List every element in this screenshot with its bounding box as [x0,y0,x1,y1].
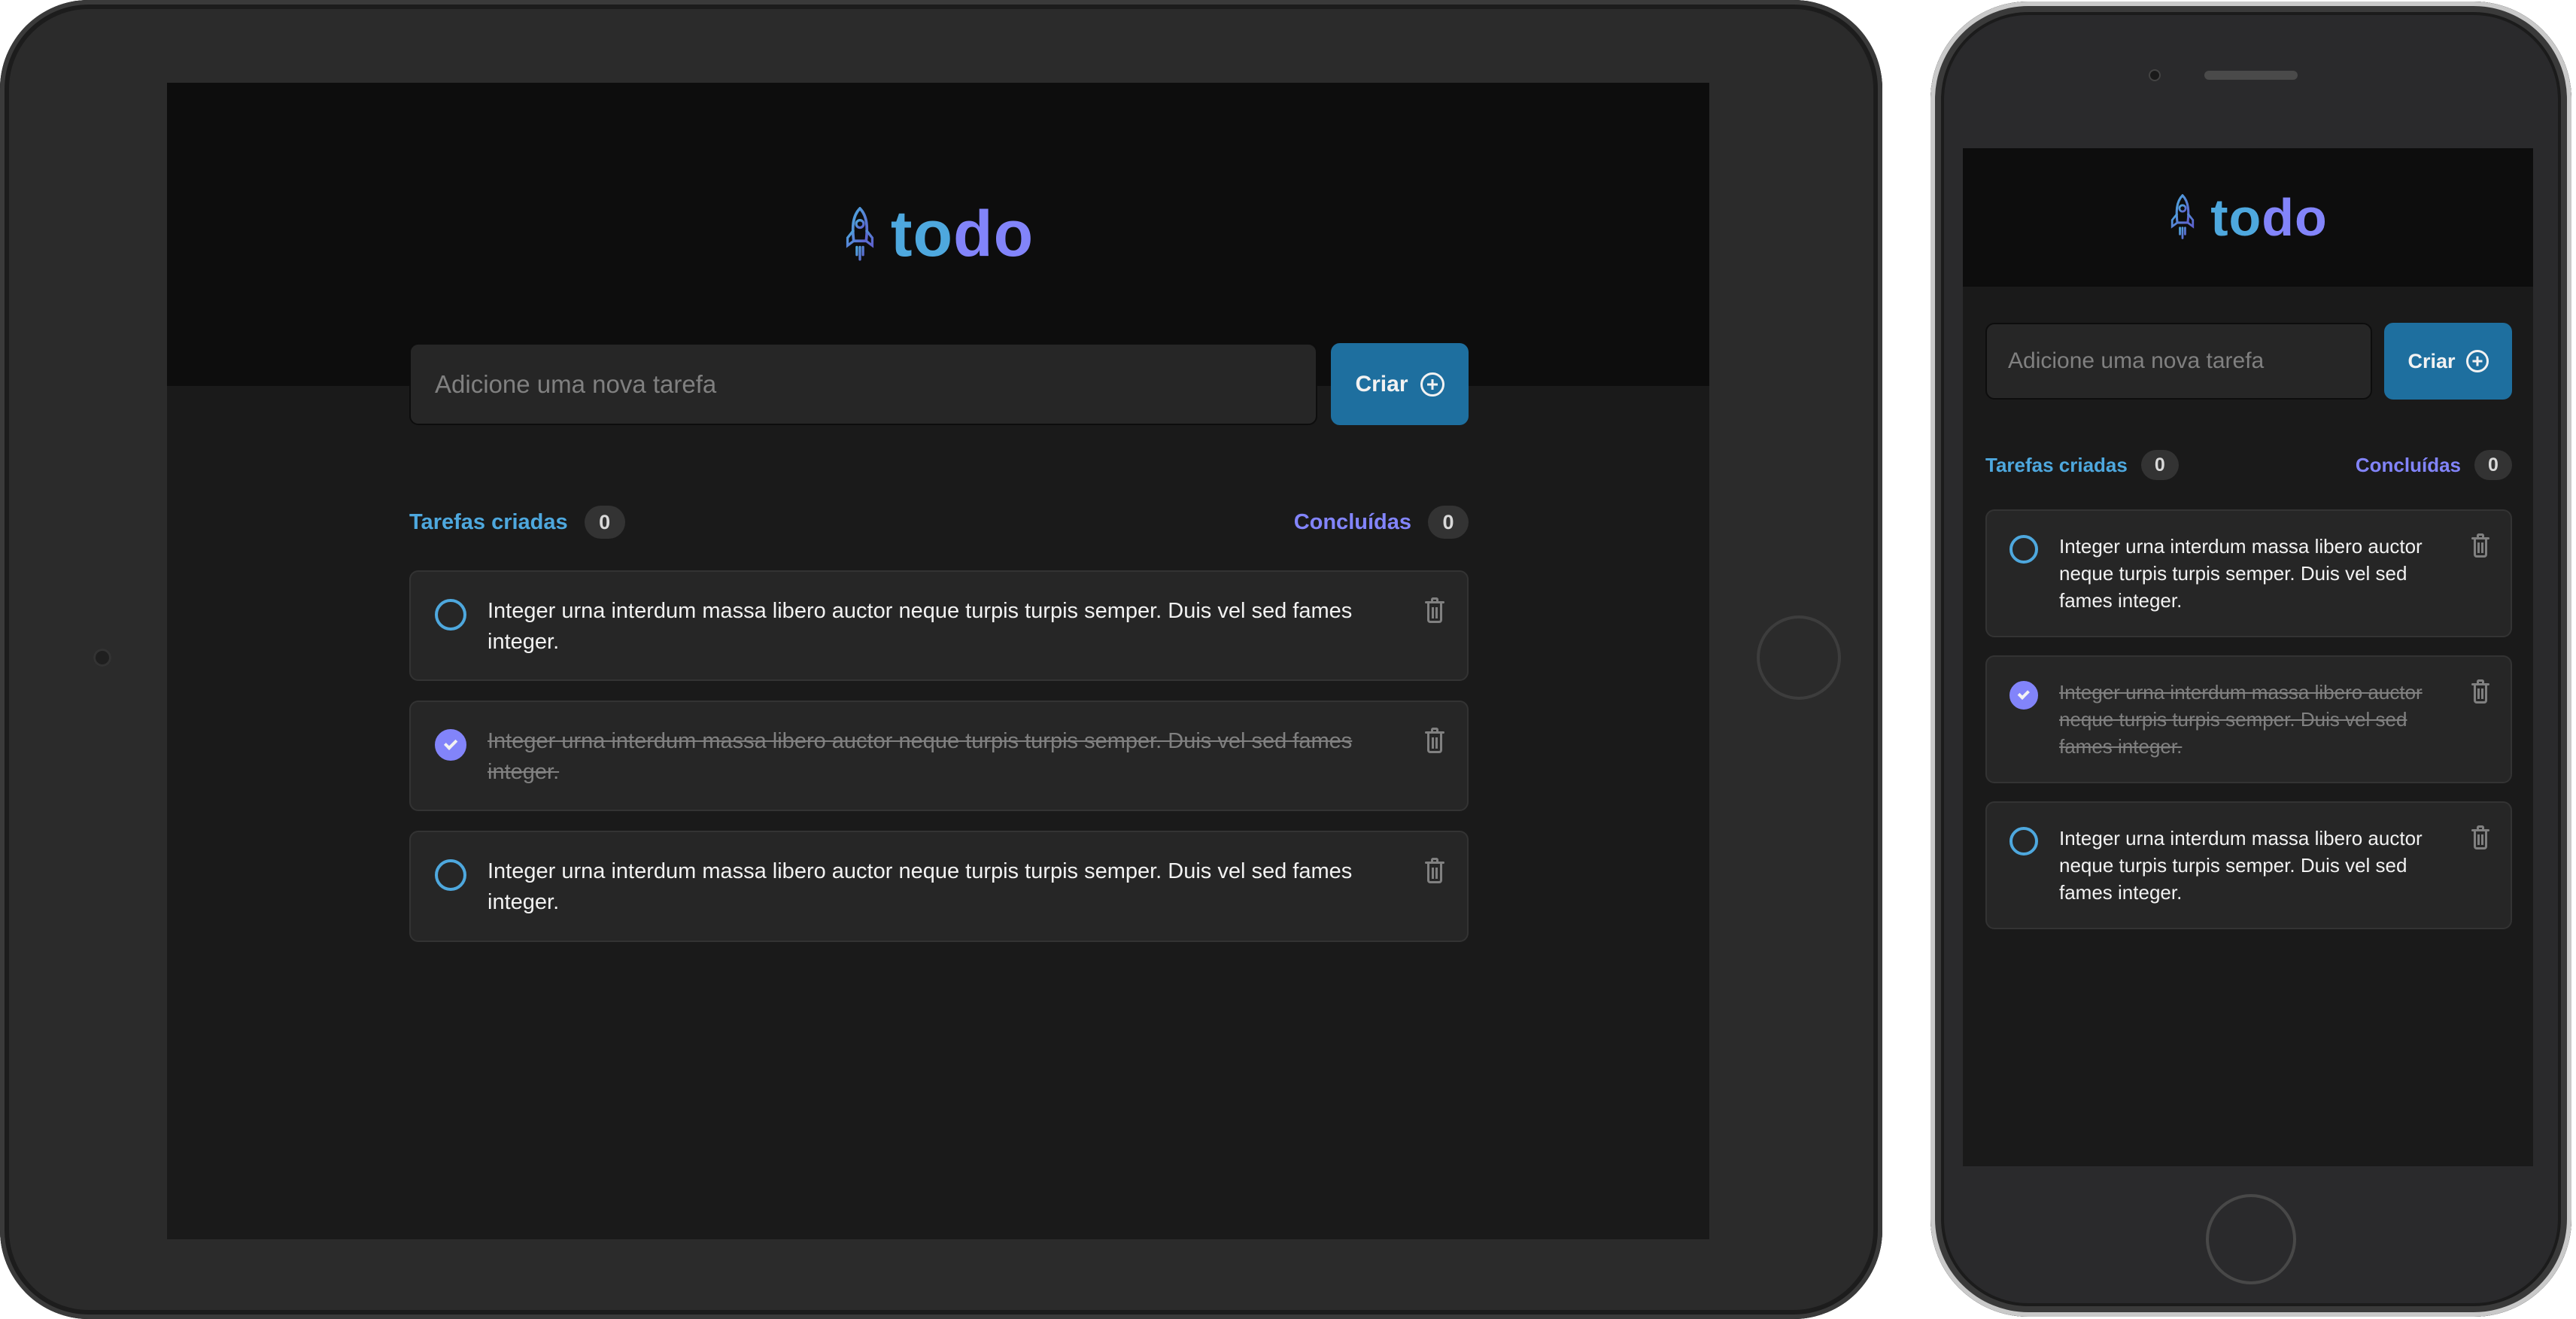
task-text: Integer urna interdum massa libero aucto… [488,859,1353,914]
task-item: Integer urna interdum massa libero aucto… [409,831,1469,942]
task-list: Integer urna interdum massa libero aucto… [409,570,1469,942]
done-counter: Concluídas 0 [2356,450,2512,480]
trash-icon[interactable] [1425,858,1444,884]
task-item: Integer urna interdum massa libero aucto… [409,701,1469,812]
new-task-input[interactable]: Adicione uma nova tarefa [1985,323,2372,400]
logo-text: todo [891,197,1034,272]
task-list: Integer urna interdum massa libero aucto… [1985,509,2512,929]
input-placeholder: Adicione uma nova tarefa [435,369,717,398]
new-task-form: Adicione uma nova tarefa Criar [1985,323,2512,400]
create-button-label: Criar [1355,371,1408,397]
new-task-form: Adicione uma nova tarefa Criar [409,343,1469,425]
task-item: Integer urna interdum massa libero aucto… [1985,509,2512,637]
done-label: Concluídas [2355,453,2461,476]
tablet-camera [93,649,111,667]
trash-icon[interactable] [2471,679,2489,704]
logo-text: todo [2210,187,2328,248]
task-text: Integer urna interdum massa libero aucto… [2059,535,2423,612]
task-checkbox[interactable] [2009,827,2038,856]
phone-camera [2149,69,2161,81]
trash-icon[interactable] [2471,825,2489,849]
trash-icon[interactable] [1425,597,1444,623]
trash-icon[interactable] [2471,533,2489,558]
created-counter: Tarefas criadas 0 [409,506,625,539]
created-counter: Tarefas criadas 0 [1985,450,2179,480]
created-label: Tarefas criadas [1985,453,2128,476]
phone-home-button[interactable] [2206,1194,2296,1284]
rocket-icon [2171,194,2195,239]
task-text: Integer urna interdum massa libero aucto… [488,729,1353,784]
tablet-home-button[interactable] [1757,615,1841,700]
tablet-screen: todo Adicione uma nova tarefa Criar Tare… [167,83,1709,1239]
created-label: Tarefas criadas [409,509,568,534]
task-counters: Tarefas criadas 0 Concluídas 0 [1985,448,2512,482]
logo-text-do: do [2262,188,2328,247]
task-checkbox-checked[interactable] [2009,681,2038,710]
logo-text-do: do [953,198,1034,270]
input-placeholder: Adicione uma nova tarefa [2008,348,2265,373]
header: todo [167,83,1709,386]
task-counters: Tarefas criadas 0 Concluídas 0 [409,504,1469,540]
task-item: Integer urna interdum massa libero aucto… [409,570,1469,682]
create-button-label: Criar [2407,349,2456,372]
done-count-badge: 0 [2474,450,2512,480]
done-label: Concluídas [1293,509,1411,534]
created-count-badge: 0 [2140,450,2179,480]
task-item: Integer urna interdum massa libero aucto… [1985,801,2512,929]
phone-screen: todo Adicione uma nova tarefa Criar Tare… [1963,148,2533,1166]
new-task-input[interactable]: Adicione uma nova tarefa [409,343,1317,425]
create-button[interactable]: Criar [1331,343,1469,425]
phone-speaker [2204,71,2298,80]
task-checkbox[interactable] [2009,535,2038,564]
header: todo [1963,148,2533,287]
task-checkbox[interactable] [435,859,466,892]
trash-icon[interactable] [1425,728,1444,754]
task-item: Integer urna interdum massa libero aucto… [1985,655,2512,783]
created-count-badge: 0 [584,506,625,539]
task-checkbox-checked[interactable] [435,729,466,761]
logo-text-to: to [2210,188,2262,247]
task-text: Integer urna interdum massa libero aucto… [2059,827,2423,904]
task-text: Integer urna interdum massa libero aucto… [488,599,1353,654]
logo-text-to: to [890,198,954,270]
plus-circle-icon [2465,350,2489,372]
done-count-badge: 0 [1428,506,1469,539]
task-checkbox[interactable] [435,599,466,631]
rocket-icon [846,206,873,261]
logo: todo [843,197,1034,272]
logo: todo [2168,187,2328,248]
plus-circle-icon [1420,372,1444,397]
task-text: Integer urna interdum massa libero aucto… [2059,681,2423,758]
done-counter: Concluídas 0 [1294,506,1469,539]
create-button[interactable]: Criar [2384,323,2512,400]
